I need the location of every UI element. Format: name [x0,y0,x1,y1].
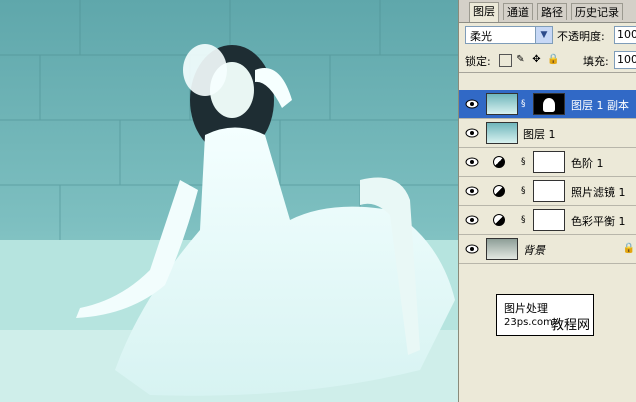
layer-name: 背景 [523,244,545,257]
layer-row[interactable]: § 色彩平衡 1 [459,206,636,235]
layer-name: 照片滤镜 1 [571,186,626,199]
link-icon[interactable]: § [521,185,527,197]
lock-icon: 🔒 [622,243,635,254]
blend-row: 柔光 ▼ 不透明度: 100% [459,22,636,48]
eye-icon[interactable] [465,156,479,168]
chevron-down-icon: ▼ [535,27,552,43]
layer-mask-thumbnail[interactable] [533,180,565,202]
layers-panel: 图层 通道 路径 历史记录 柔光 ▼ 不透明度: 100% 锁定: ✎ ✥ 🔒 … [458,0,636,402]
adjustment-layer-icon [493,214,505,226]
lock-all-icon[interactable]: 🔒 [547,54,559,65]
lock-transparent-icon[interactable] [499,54,512,67]
tab-history[interactable]: 历史记录 [571,3,623,20]
photo-canvas[interactable] [0,0,458,402]
eye-icon[interactable] [465,214,479,226]
blend-mode-value: 柔光 [470,30,492,43]
layer-thumbnail [486,122,518,144]
layer-row[interactable]: 图层 1 [459,119,636,148]
bride-photo [0,0,458,402]
opacity-input[interactable]: 100% [614,26,636,44]
layer-thumbnail [486,93,518,115]
adjustment-layer-icon [493,185,505,197]
blend-mode-select[interactable]: 柔光 ▼ [465,26,553,44]
tab-paths[interactable]: 路径 [537,3,567,20]
layer-name: 色阶 1 [571,157,604,170]
eye-icon[interactable] [465,127,479,139]
link-icon[interactable]: § [521,98,527,110]
link-icon[interactable]: § [521,156,527,168]
eye-icon[interactable] [465,98,479,110]
watermark-line1: 图片处理 [504,302,548,315]
layer-row[interactable]: 背景 🔒 [459,235,636,264]
layer-name: 色彩平衡 1 [571,215,626,228]
lock-row: 锁定: ✎ ✥ 🔒 填充: 100% [459,48,636,73]
layer-row[interactable]: § 照片滤镜 1 [459,177,636,206]
opacity-label: 不透明度: [557,30,605,43]
tab-layers[interactable]: 图层 [469,2,499,22]
link-icon[interactable]: § [521,214,527,226]
layer-name: 图层 1 副本 [571,99,629,112]
fill-label: 填充: [583,55,609,68]
layer-row[interactable]: § 图层 1 副本 [459,90,636,119]
eye-icon[interactable] [465,243,479,255]
tab-channels[interactable]: 通道 [503,3,533,20]
lock-move-icon[interactable]: ✥ [531,54,542,65]
layer-thumbnail [486,238,518,260]
layer-mask-thumbnail[interactable] [533,93,565,115]
layer-name: 图层 1 [523,128,556,141]
layer-row[interactable]: § 色阶 1 [459,148,636,177]
watermark-line2: 23ps.com [504,317,553,328]
palette-tabs: 图层 通道 路径 历史记录 [459,0,636,23]
lock-label: 锁定: [465,55,491,68]
layer-mask-thumbnail[interactable] [533,151,565,173]
watermark-box: 图片处理 23ps.com 教程网 [496,294,594,336]
fill-input[interactable]: 100% [614,51,636,69]
lock-paint-icon[interactable]: ✎ [515,54,526,65]
layer-mask-thumbnail[interactable] [533,209,565,231]
watermark-line3: 教程网 [551,318,591,333]
eye-icon[interactable] [465,185,479,197]
adjustment-layer-icon [493,156,505,168]
